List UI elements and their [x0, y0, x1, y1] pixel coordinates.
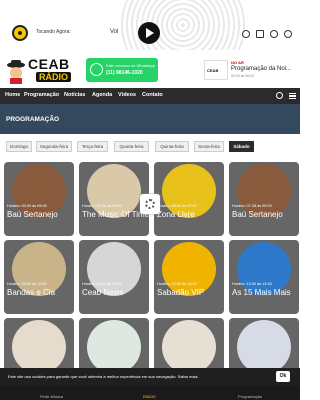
nav-noticias[interactable]: Notícias: [64, 92, 85, 98]
program-grid: Horário: 00:00 às 05:00 Baú Sertanejo Ho…: [0, 154, 300, 392]
program-name: Bandas e Cia: [7, 288, 56, 297]
site-logo[interactable]: CEAB RÁDIO: [6, 56, 76, 86]
program-name: Baú Sertanejo: [7, 210, 58, 219]
play-icon: [146, 28, 154, 38]
bottom-bar: Pedir Música RÁDIO Programação: [0, 386, 300, 400]
tab-sabado[interactable]: Sábado: [229, 141, 254, 152]
program-time: Horário: 09:00 às 11:00: [7, 282, 47, 286]
brand-name: CEAB: [28, 56, 70, 72]
program-card[interactable]: Horário: 07:28 às 09:00 Baú Sertanejo: [229, 162, 299, 236]
tab-sexta[interactable]: Sexta-feira: [194, 141, 224, 152]
audio-player-bar: Tocando Agora: Vol: [0, 0, 300, 50]
cookie-banner: Este site usa cookies para garantir que …: [0, 368, 300, 386]
play-button[interactable]: [138, 22, 160, 44]
brand-subtitle: RÁDIO: [36, 72, 71, 82]
program-time: Horário: 11:00 às 12:00: [82, 282, 122, 286]
program-name: Sabadão VIP: [157, 288, 205, 297]
nav-contato[interactable]: Contato: [142, 92, 163, 98]
program-time: Horário: 07:28 às 09:00: [232, 204, 272, 208]
now-playing-label: Tocando Agora:: [36, 29, 71, 35]
on-air-time: 00:00 às 06:00: [231, 74, 255, 78]
bottom-radio[interactable]: RÁDIO: [143, 394, 156, 399]
program-time: Horário: 05:00 às 07:07: [157, 204, 197, 208]
tab-quarta[interactable]: Quarta-feira: [114, 141, 149, 152]
nav-home[interactable]: Home: [5, 92, 20, 98]
tab-terca[interactable]: Terça-feira: [77, 141, 108, 152]
volume-label[interactable]: Vol: [110, 29, 118, 35]
nav-videos[interactable]: Vídeos: [118, 92, 136, 98]
main-navigation: Home Programação Notícias Agenda Vídeos …: [0, 88, 300, 104]
radio-logo-icon: [12, 25, 28, 41]
cookie-ok-button[interactable]: Ok: [276, 371, 290, 382]
program-art-icon: [162, 320, 216, 374]
program-card[interactable]: Horário: 00:00 às 05:00 Baú Sertanejo: [4, 162, 74, 236]
site-header: CEAB RÁDIO Fale conosco no WhatsApp (11)…: [0, 52, 300, 88]
bottom-schedule[interactable]: Programação: [238, 394, 262, 399]
bottom-request-song[interactable]: Pedir Música: [40, 394, 63, 399]
cookie-text: Este site usa cookies para garantir que …: [8, 374, 199, 379]
tab-domingo[interactable]: Domingo: [6, 141, 32, 152]
on-air-title: Programação da Noi...: [231, 66, 292, 72]
whatsapp-number: (11) 98146-1020: [106, 70, 143, 76]
menu-icon[interactable]: [289, 93, 296, 99]
whatsapp-caption: Fale conosco no WhatsApp: [106, 63, 155, 68]
more-icon[interactable]: [284, 30, 292, 38]
program-time: Horário: 04:00 às 05:00: [82, 204, 122, 208]
tab-quinta[interactable]: Quinta-feira: [155, 141, 189, 152]
page-title: PROGRAMAÇÃO: [6, 116, 60, 123]
info-icon[interactable]: [270, 30, 278, 38]
program-card[interactable]: Horário: 04:00 às 05:00 The Music Of Tim…: [79, 162, 149, 236]
day-tabs: Domingo Segunda-feira Terça-feira Quarta…: [0, 134, 300, 154]
on-air-label: NO AR: [231, 60, 244, 65]
program-name: The Music Of Time: [82, 210, 149, 219]
sound-waves-decoration: [118, 0, 248, 50]
tab-segunda[interactable]: Segunda-feira: [36, 141, 72, 152]
whatsapp-button[interactable]: Fale conosco no WhatsApp (11) 98146-1020: [86, 58, 158, 82]
cowboy-mascot-icon: [7, 60, 25, 84]
on-air-thumbnail: CEAB: [204, 60, 228, 80]
program-art-icon: [12, 320, 66, 374]
program-time: Horário: 13:00 às 13:45: [232, 282, 272, 286]
nav-agenda[interactable]: Agenda: [92, 92, 112, 98]
program-card[interactable]: Horário: 13:00 às 13:45 As 15 Mais Mais: [229, 240, 299, 314]
program-art-icon: [237, 320, 291, 374]
program-time: Horário: 00:00 às 05:00: [7, 204, 47, 208]
program-name: Zona Livre: [157, 210, 195, 219]
program-name: Baú Sertanejo: [232, 210, 283, 219]
program-time: Horário: 12:00 às 13:00: [157, 282, 197, 286]
loading-spinner-icon: [140, 194, 160, 214]
program-card[interactable]: Horário: 11:00 às 12:00 Ceab News: [79, 240, 149, 314]
nav-programacao[interactable]: Programação: [24, 92, 59, 98]
program-card[interactable]: Horário: 09:00 às 11:00 Bandas e Cia: [4, 240, 74, 314]
share-icon[interactable]: [242, 30, 250, 38]
whatsapp-icon: [90, 63, 103, 76]
program-name: Ceab News: [82, 288, 124, 297]
program-card[interactable]: Horário: 12:00 às 13:00 Sabadão VIP: [154, 240, 224, 314]
program-card[interactable]: Horário: 05:00 às 07:07 Zona Livre: [154, 162, 224, 236]
on-air-widget[interactable]: CEAB NO AR Programação da Noi... 00:00 à…: [204, 58, 296, 82]
page-banner: PROGRAMAÇÃO: [0, 104, 300, 134]
program-name: As 15 Mais Mais: [232, 288, 291, 297]
window-icon[interactable]: [256, 30, 264, 38]
program-art-icon: [87, 320, 141, 374]
search-icon[interactable]: [276, 92, 283, 99]
